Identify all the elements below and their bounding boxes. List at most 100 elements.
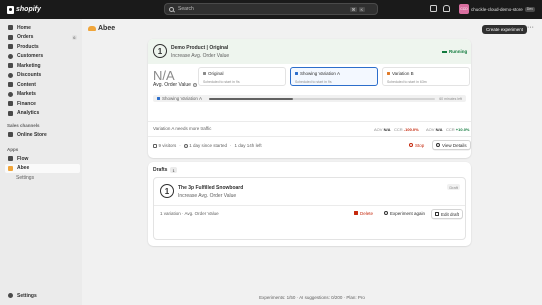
discounts-icon: [8, 72, 13, 78]
sidebar-item-label: Online Store: [17, 131, 47, 138]
gear-icon: [8, 293, 13, 298]
progress-label-text: Showing Variation A: [162, 96, 202, 101]
experiment-again-button[interactable]: Experiment again: [381, 209, 428, 217]
stop-icon: [409, 143, 413, 147]
divider: [148, 121, 471, 122]
main-content: Abee Create experiment ··· 1 Demo Produc…: [82, 19, 542, 305]
sidebar-item-label: Home: [17, 24, 31, 31]
drafts-count-badge: 1: [170, 167, 177, 173]
sidebar-item-label: Settings: [17, 292, 37, 299]
variation-swatch-icon: [203, 72, 206, 75]
sidebar-item-online-store[interactable]: Online Store: [5, 130, 80, 139]
metric-ccr-a-label: CCR: [394, 127, 403, 132]
store-switcher[interactable]: CCD chuckle-cloud-demo-store Dev: [459, 4, 536, 14]
metric-aov-b-value: N/A: [435, 127, 443, 132]
metric-ccr-b-label: CCR: [446, 127, 455, 132]
edit-draft-button[interactable]: Edit draft: [431, 209, 464, 219]
bell-icon[interactable]: [443, 5, 450, 12]
markets-icon: [8, 91, 13, 97]
sidebar-item-label: Discounts: [17, 72, 42, 78]
sidebar-item-label: Content: [17, 81, 36, 88]
flow-icon: [8, 156, 13, 161]
draft-title[interactable]: The 3p Fulfilled Snowboard: [178, 185, 243, 191]
sidebar-item-abee[interactable]: Abee: [5, 163, 80, 173]
metric-aov-a-value: N/A: [383, 127, 391, 132]
eye-icon: [436, 143, 440, 147]
experiment-title[interactable]: Demo Product | Original: [171, 45, 228, 51]
delete-label: Delete: [360, 210, 374, 216]
shortcut-key-cmd: ⌘: [350, 6, 357, 12]
metric-label: Avg. Order Value ?: [153, 82, 197, 88]
divider: [154, 205, 465, 206]
variation-a[interactable]: Showing Variation A Scheduled to start i…: [290, 67, 378, 86]
orders-count-badge: 6: [71, 34, 77, 40]
sidebar-item-flow[interactable]: Flow: [5, 154, 80, 163]
sales-channels-heading[interactable]: Sales channels: [7, 123, 40, 128]
search-bar[interactable]: ⌘ K: [164, 3, 378, 15]
delete-draft-button[interactable]: Delete: [351, 209, 376, 217]
variation-note: Scheduled to start in 9s: [295, 80, 332, 84]
more-actions-button[interactable]: ···: [527, 24, 534, 31]
shopify-bag-icon: [7, 5, 14, 14]
sidebar-item-products[interactable]: Products: [5, 42, 80, 51]
progress-remaining: 60 minutes left: [439, 96, 462, 101]
variation-name-text: Variation B: [392, 71, 414, 76]
variation-original[interactable]: Original Scheduled to start in 9s: [198, 67, 286, 86]
sidebar-item-markets[interactable]: Markets: [5, 90, 80, 99]
traffic-note: Variation A needs more traffic: [153, 126, 212, 131]
drafts-heading: Drafts 1: [153, 167, 177, 173]
progress-label: Showing Variation A: [157, 96, 202, 101]
variation-b[interactable]: Variation B Scheduled to start in 63m: [382, 67, 470, 86]
metric-aov-b: AOV N/A: [426, 127, 442, 132]
drafts-card: Drafts 1 1 The 3p Fulfilled Snowboard In…: [148, 162, 471, 246]
variation-note: Scheduled to start in 63m: [387, 80, 427, 84]
experiment-header: 1 Demo Product | Original Increase Avg. …: [148, 39, 471, 64]
sidebar-item-label: Customers: [17, 53, 44, 59]
metric-ccr-b-value: +10.0%: [455, 127, 470, 132]
divider: [148, 136, 471, 137]
apps-heading[interactable]: Apps: [7, 147, 18, 152]
sidebar-item-discounts[interactable]: Discounts: [5, 71, 80, 80]
orders-icon: [8, 34, 13, 40]
create-experiment-button[interactable]: Create experiment: [482, 25, 528, 34]
edit-draft-label: Edit draft: [441, 211, 460, 217]
view-details-button[interactable]: View Details: [432, 140, 471, 150]
usage-footer: Experiments: 1/50 · AI suggestions: 0/20…: [259, 295, 365, 300]
home-icon: [8, 25, 13, 30]
sidebar-item-home[interactable]: Home: [5, 23, 80, 32]
marketing-icon: [8, 63, 13, 68]
sidebar-item-label: Products: [17, 43, 39, 50]
progress-swatch-icon: [157, 97, 160, 100]
pencil-icon: [435, 212, 439, 216]
shopify-logo[interactable]: shopify: [7, 5, 87, 14]
sidebar-item-customers[interactable]: Customers: [5, 52, 80, 61]
sidebar-item-marketing[interactable]: Marketing: [5, 61, 80, 70]
sidebar-item-finance[interactable]: Finance: [5, 99, 80, 108]
draft-status-badge: Draft: [447, 184, 460, 190]
content-icon: [8, 82, 13, 87]
inbox-icon[interactable]: [430, 5, 437, 12]
sidebar-item-content[interactable]: Content: [5, 80, 80, 89]
sidebar-item-settings[interactable]: Settings: [5, 291, 80, 300]
sidebar-item-label: Finance: [17, 100, 36, 107]
help-icon[interactable]: ?: [192, 83, 197, 87]
draft-item[interactable]: 1 The 3p Fulfilled Snowboard Increase Av…: [153, 177, 466, 240]
status-badge: Running: [442, 49, 467, 54]
sidebar-item-orders[interactable]: Orders 6: [5, 33, 80, 42]
search-icon: [169, 6, 174, 12]
sidebar-item-label: Abee: [17, 165, 30, 171]
shortcut-key-k: K: [359, 6, 365, 12]
search-input[interactable]: [178, 6, 348, 12]
store-avatar: CCD: [459, 4, 469, 14]
sidebar-item-abee-settings[interactable]: Settings: [16, 175, 34, 181]
analytics-icon: [8, 110, 13, 116]
refresh-icon: [384, 211, 388, 215]
sidebar-item-analytics[interactable]: Analytics: [5, 109, 80, 118]
abee-icon: [8, 165, 13, 171]
visitors-icon: [153, 143, 157, 148]
metric-aov-a: AOV N/A: [374, 127, 390, 132]
draft-goal: Increase Avg. Order Value: [178, 193, 237, 199]
variation-note: Scheduled to start in 9s: [203, 80, 240, 84]
stop-button[interactable]: Stop: [406, 141, 427, 149]
experiment-card: 1 Demo Product | Original Increase Avg. …: [148, 39, 471, 158]
